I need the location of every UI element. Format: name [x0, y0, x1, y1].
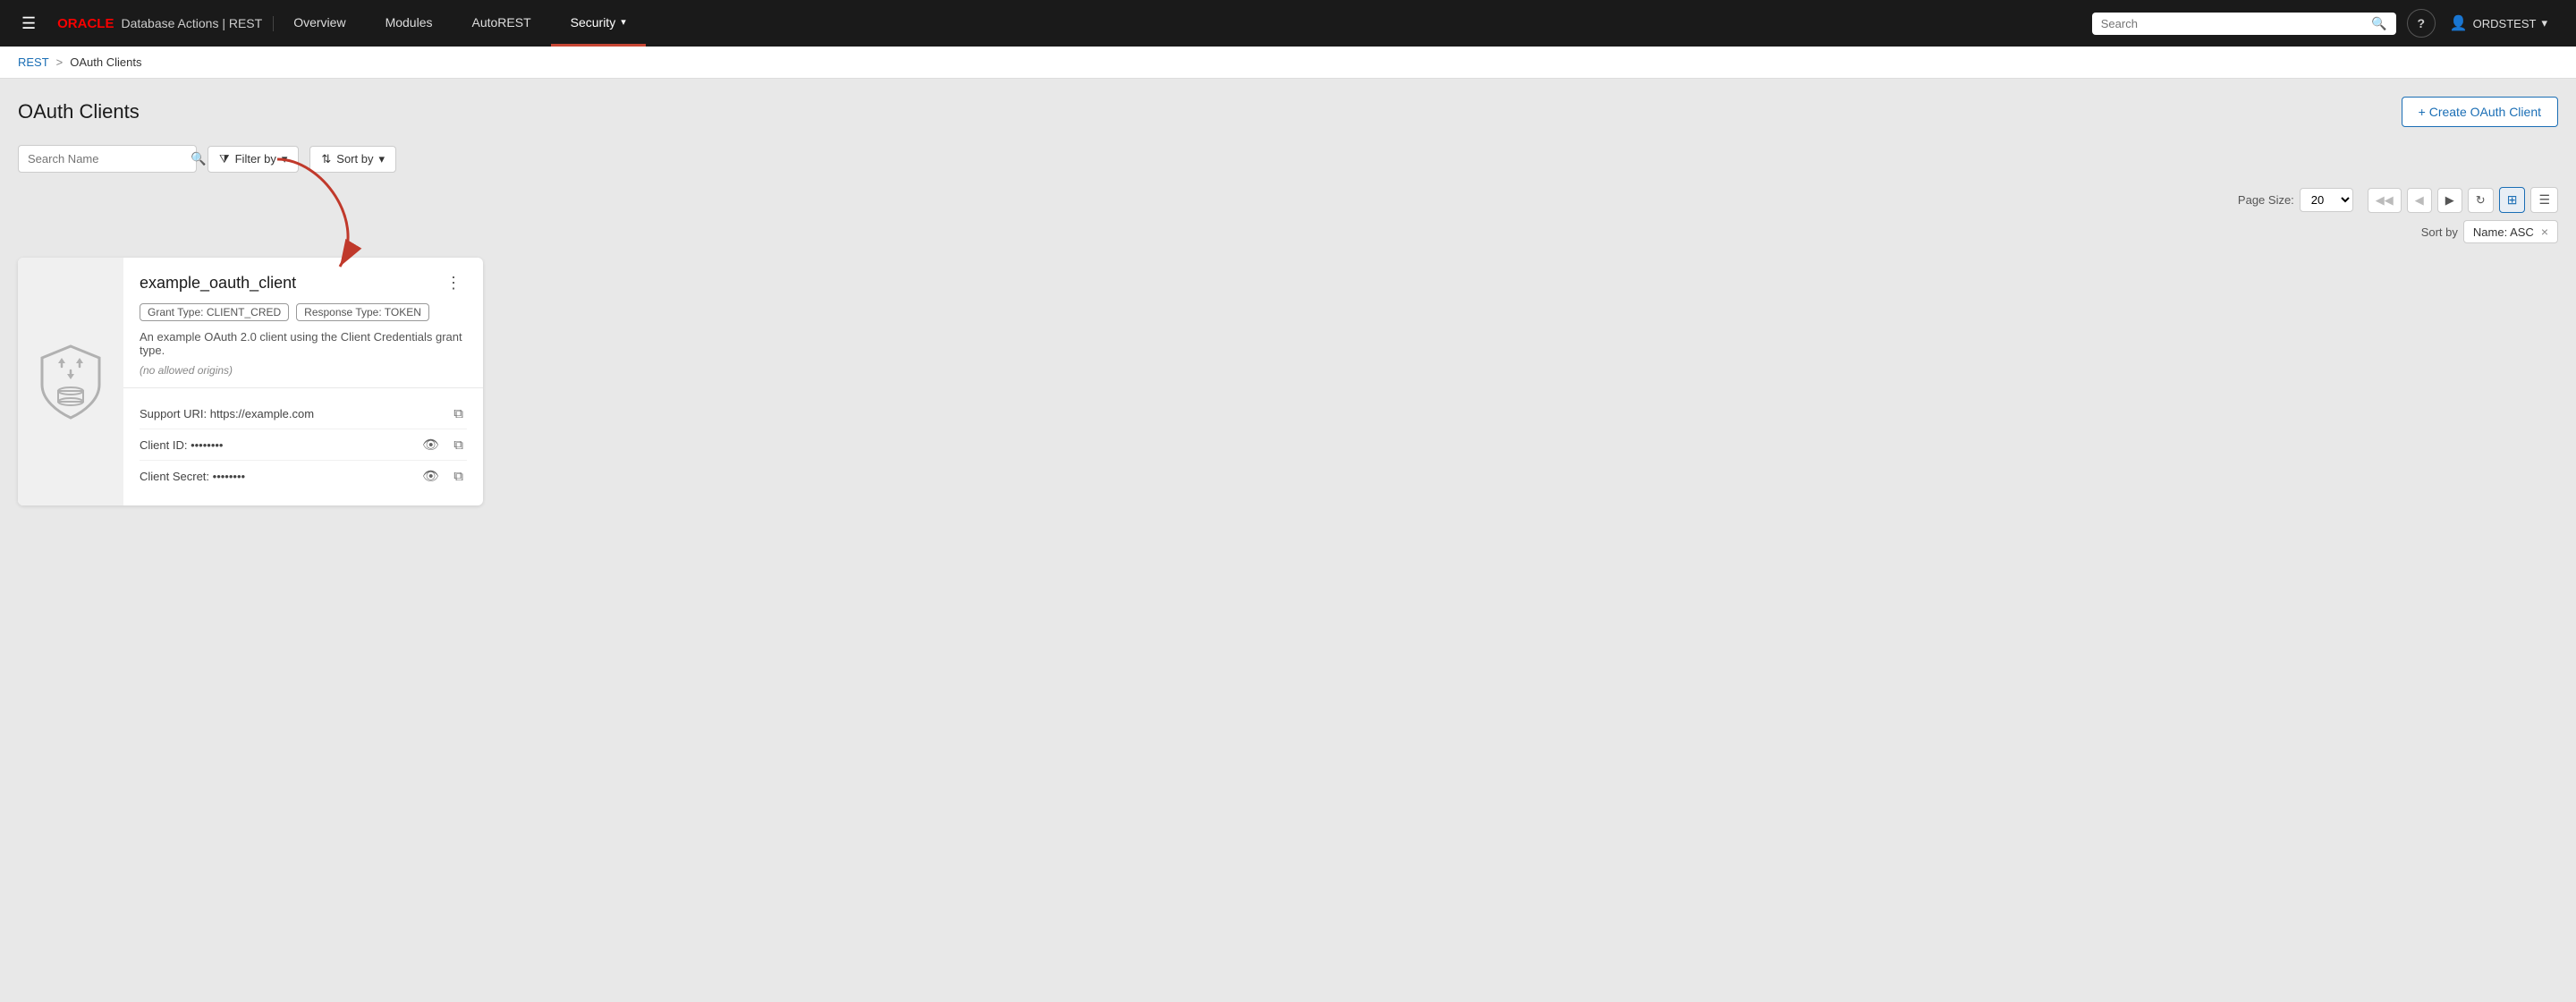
help-button[interactable]: ? — [2407, 9, 2436, 38]
nav-overview[interactable]: Overview — [274, 0, 365, 47]
nav-actions: ? 👤 ORDSTEST ▾ — [2396, 9, 2565, 38]
main-content: OAuth Clients + Create OAuth Client 🔍 ⧩ … — [0, 79, 2576, 997]
brand-rest: Database Actions | REST — [121, 16, 262, 30]
name-search-input[interactable] — [28, 152, 185, 166]
copy-client-secret-button[interactable]: ⧉ — [450, 467, 467, 486]
nav-autorest[interactable]: AutoREST — [452, 0, 550, 47]
filter-label: Filter by — [235, 152, 276, 166]
security-chevron-icon: ▾ — [621, 16, 626, 28]
right-toolbar: Page Size: 5 10 20 50 100 ◀◀ ◀ ▶ ↻ ⊞ ☰ — [18, 187, 2558, 213]
user-menu[interactable]: 👤 ORDSTEST ▾ — [2443, 14, 2555, 32]
support-uri-label: Support URI: https://example.com — [140, 407, 445, 420]
toolbar: 🔍 ⧩ Filter by ▾ ⇅ Sort by ▾ — [18, 145, 2558, 173]
search-icon: 🔍 — [2371, 16, 2386, 31]
nav-modules[interactable]: Modules — [366, 0, 453, 47]
client-secret-actions: 👁 ⧉ — [419, 466, 467, 486]
response-type-tag: Response Type: TOKEN — [296, 303, 429, 321]
page-size-label: Page Size: — [2238, 193, 2294, 207]
search-input[interactable] — [2101, 17, 2367, 30]
user-chevron-icon: ▾ — [2541, 16, 2547, 30]
card-header-row: example_oauth_client ⋮ — [140, 272, 467, 294]
sort-tag-close-button[interactable]: × — [2541, 225, 2548, 239]
table-view-button[interactable]: ☰ — [2530, 187, 2558, 213]
sort-label: Sort by — [336, 152, 373, 166]
user-icon: 👤 — [2450, 14, 2468, 32]
user-label: ORDSTEST — [2473, 17, 2537, 30]
nav-security[interactable]: Security ▾ — [551, 0, 646, 47]
reveal-client-secret-button[interactable]: 👁 — [419, 466, 443, 486]
nav-links: Overview Modules AutoREST Security ▾ — [274, 0, 646, 47]
support-uri-row: Support URI: https://example.com ⧉ — [140, 399, 467, 429]
reveal-client-id-button[interactable]: 👁 — [419, 435, 443, 454]
card-context-menu-button[interactable]: ⋮ — [440, 272, 467, 294]
next-page-button[interactable]: ▶ — [2437, 188, 2462, 213]
card-tags: Grant Type: CLIENT_CRED Response Type: T… — [140, 303, 467, 321]
card-icon-panel — [18, 258, 123, 505]
grant-type-tag: Grant Type: CLIENT_CRED — [140, 303, 289, 321]
breadcrumb-rest-link[interactable]: REST — [18, 55, 49, 69]
sort-tag-area: Sort by Name: ASC × — [18, 220, 2558, 243]
breadcrumb-current: OAuth Clients — [70, 55, 141, 69]
filter-by-button[interactable]: ⧩ Filter by ▾ — [208, 146, 299, 173]
name-search-icon: 🔍 — [191, 151, 206, 166]
search-bar: 🔍 — [2092, 13, 2396, 35]
sort-icon: ⇅ — [321, 152, 331, 166]
card-view-button[interactable]: ⊞ — [2499, 187, 2526, 213]
client-id-row: Client ID: •••••••• 👁 ⧉ — [140, 429, 467, 461]
sort-chevron-icon: ▾ — [378, 152, 385, 166]
client-secret-label: Client Secret: •••••••• — [140, 470, 413, 483]
sort-tag-value: Name: ASC — [2473, 225, 2534, 239]
card-description: An example OAuth 2.0 client using the Cl… — [140, 330, 467, 357]
copy-support-uri-button[interactable]: ⧉ — [450, 404, 467, 423]
client-id-actions: 👁 ⧉ — [419, 435, 467, 454]
cards-area: example_oauth_client ⋮ Grant Type: CLIEN… — [18, 258, 2558, 505]
support-uri-actions: ⧉ — [450, 404, 467, 423]
oauth-client-card: example_oauth_client ⋮ Grant Type: CLIEN… — [18, 258, 483, 505]
name-search-wrap: 🔍 — [18, 145, 197, 173]
create-oauth-client-button[interactable]: + Create OAuth Client — [2402, 97, 2558, 127]
sort-by-button[interactable]: ⇅ Sort by ▾ — [309, 146, 396, 173]
prev-page-button[interactable]: ◀ — [2407, 188, 2432, 213]
first-page-button[interactable]: ◀◀ — [2368, 188, 2402, 213]
sort-tag-prefix: Sort by — [2421, 225, 2458, 239]
page-size-select[interactable]: 5 10 20 50 100 — [2300, 188, 2353, 212]
card-origins: (no allowed origins) — [140, 364, 467, 377]
client-name: example_oauth_client — [140, 274, 296, 293]
copy-client-id-button[interactable]: ⧉ — [450, 436, 467, 454]
filter-chevron-icon: ▾ — [282, 152, 288, 166]
sort-tag: Name: ASC × — [2463, 220, 2558, 243]
brand-oracle: ORACLE — [57, 16, 114, 31]
client-id-label: Client ID: •••••••• — [140, 438, 413, 452]
breadcrumb: REST > OAuth Clients — [0, 47, 2576, 79]
page-title: OAuth Clients — [18, 100, 140, 123]
card-body: example_oauth_client ⋮ Grant Type: CLIEN… — [123, 258, 483, 505]
page-size-wrap: Page Size: 5 10 20 50 100 — [2238, 188, 2353, 212]
breadcrumb-separator: > — [56, 55, 64, 69]
hamburger-menu[interactable]: ☰ — [11, 14, 47, 33]
client-secret-row: Client Secret: •••••••• 👁 ⧉ — [140, 461, 467, 491]
card-fields: Support URI: https://example.com ⧉ Clien… — [140, 388, 467, 491]
top-nav: ☰ ORACLE Database Actions | REST Overvie… — [0, 0, 2576, 47]
brand-area: ORACLE Database Actions | REST — [47, 16, 274, 31]
refresh-button[interactable]: ↻ — [2468, 188, 2494, 213]
page-header: OAuth Clients + Create OAuth Client — [18, 97, 2558, 127]
filter-icon: ⧩ — [219, 152, 230, 166]
shield-database-icon — [35, 342, 106, 422]
